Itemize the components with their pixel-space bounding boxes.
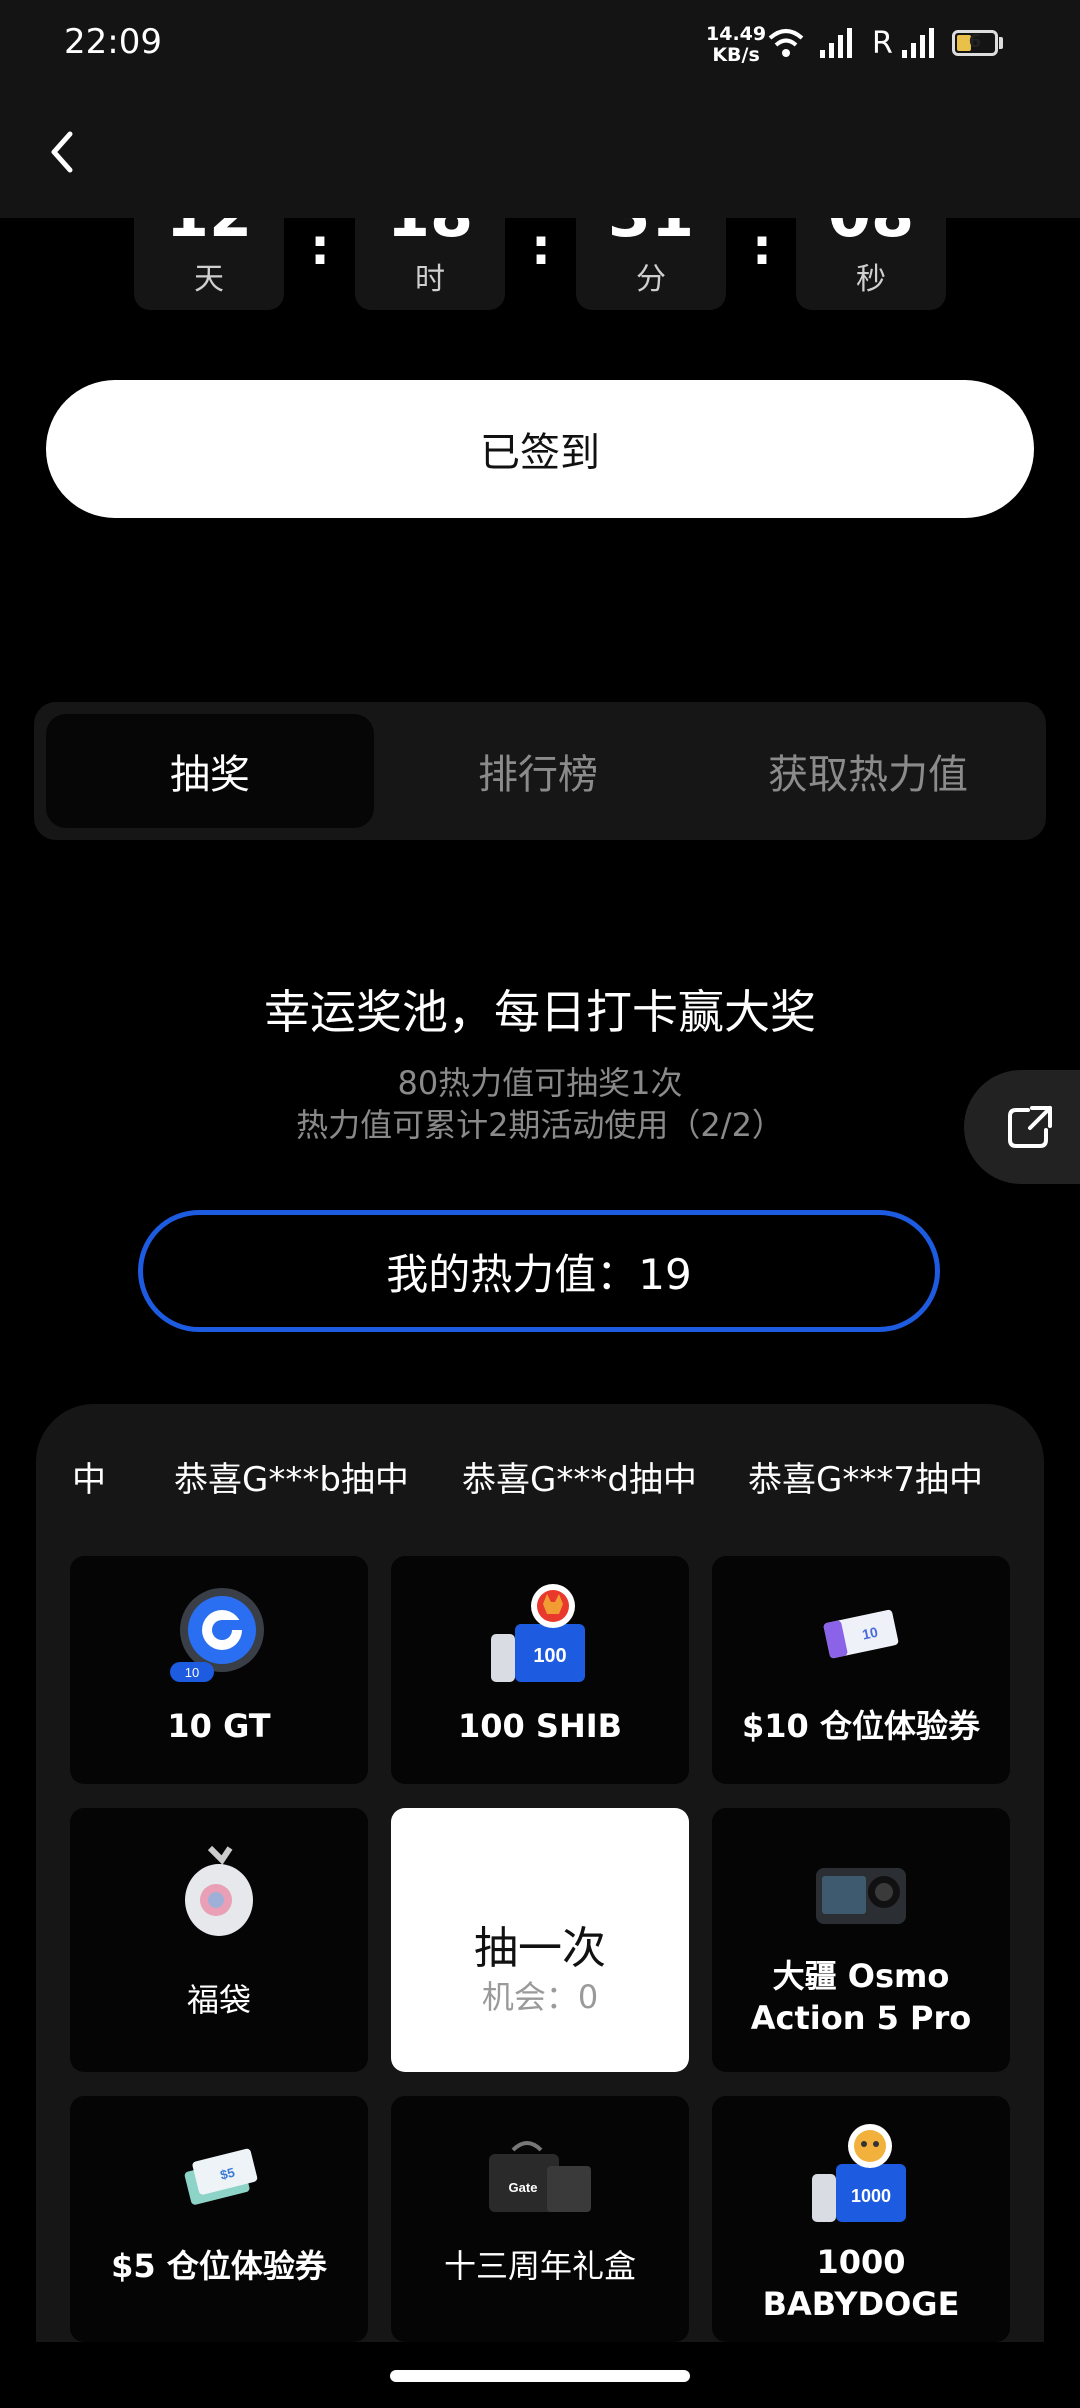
shib-token-icon: 100: [491, 1584, 585, 1682]
winner-ticker: 中 恭喜G***b抽中 恭喜G***d抽中 恭喜G***7抽中: [36, 1452, 1044, 1512]
prize-label-line2: Action 5 Pro: [750, 1999, 972, 2037]
countdown-separator: :: [310, 218, 330, 276]
signal-icon: [820, 28, 852, 58]
share-button[interactable]: [964, 1070, 1080, 1184]
share-icon: [1008, 1106, 1052, 1148]
prize-cell-dji-osmo: 大疆 Osmo Action 5 Pro: [712, 1808, 1010, 2072]
top-nav-bar: [0, 90, 1080, 218]
draw-chances: 机会：0: [481, 1978, 599, 2016]
ticker-item: 恭喜G***7抽中: [748, 1460, 983, 1500]
prize-cell-lucky-bag: 福袋: [70, 1808, 368, 2072]
battery-level: 6: [968, 31, 982, 52]
ticker-item: 恭喜G***b抽中: [174, 1460, 409, 1500]
prize-label: 福袋: [186, 1981, 251, 2019]
roaming-indicator: R: [872, 26, 893, 61]
signed-in-button[interactable]: 已签到: [46, 380, 1034, 518]
lottery-headline: 幸运奖池，每日打卡赢大奖: [264, 985, 816, 1039]
prize-label-line2: BABYDOGE: [762, 2285, 960, 2323]
prize-label: 大疆 Osmo: [772, 1957, 950, 1995]
lottery-rule-1: 80热力值可抽奖1次: [397, 1064, 683, 1102]
prize-label: 10 GT: [167, 1707, 271, 1745]
prize-label: $10 仓位体验券: [742, 1707, 980, 1745]
battery-icon: 6: [952, 30, 998, 56]
status-time: 22:09: [64, 22, 162, 62]
status-bar: 22:09 14.49 KB/s R 6: [0, 0, 1080, 90]
svg-text:10: 10: [185, 1665, 199, 1680]
ticker-item: 恭喜G***d抽中: [462, 1460, 697, 1500]
wifi-icon: [768, 29, 804, 57]
countdown-timer: 12 天 : 18 时 : 31 分 : 08 秒: [0, 158, 1080, 310]
prize-cell-10-gt: 10 10 GT: [70, 1556, 368, 1784]
lucky-bag-icon: [185, 1845, 253, 1936]
prize-label: 1000: [816, 2243, 906, 2281]
countdown-separator: :: [531, 218, 551, 276]
tab-lottery[interactable]: 抽奖: [46, 714, 374, 828]
draw-once-label: 抽一次: [474, 1923, 606, 1974]
draw-once-button[interactable]: 抽一次 机会：0: [391, 1808, 689, 2072]
babydoge-token-icon: 1000: [812, 2124, 906, 2222]
prize-cell-anniversary-box: Gate 十三周年礼盒: [391, 2096, 689, 2342]
prize-cell-100-shib: 100 100 SHIB: [391, 1556, 689, 1784]
tab-get-heat[interactable]: 获取热力值: [702, 714, 1034, 828]
action-camera-icon: [816, 1868, 906, 1924]
network-speed: 14.49 KB/s: [706, 23, 767, 66]
svg-text:100: 100: [533, 1645, 566, 1667]
countdown-separator: :: [752, 218, 772, 276]
prize-label: $5 仓位体验券: [111, 2247, 327, 2285]
voucher-icon: 10: [823, 1609, 899, 1659]
ticker-item: 中: [72, 1460, 106, 1500]
prize-cell-10-voucher: 10 $10 仓位体验券: [712, 1556, 1010, 1784]
back-arrow-icon[interactable]: [36, 124, 92, 180]
home-indicator[interactable]: [390, 2370, 690, 2382]
prize-label: 100 SHIB: [457, 1707, 623, 1745]
prize-label: 十三周年礼盒: [443, 2247, 636, 2285]
tab-leaderboard[interactable]: 排行榜: [374, 714, 702, 828]
prize-cell-5-voucher: $5 $5 仓位体验券: [70, 2096, 368, 2342]
voucher-icon: $5: [184, 2148, 258, 2205]
svg-text:Gate: Gate: [509, 2180, 538, 2195]
gift-box-icon: Gate: [489, 2141, 591, 2212]
signal-icon-2: [902, 28, 934, 58]
gt-token-icon: 10: [170, 1588, 264, 1682]
my-heat-value: 我的热力值：19: [138, 1210, 940, 1332]
svg-text:1000: 1000: [851, 2186, 891, 2206]
lottery-rule-2: 热力值可累计2期活动使用（2/2）: [296, 1106, 784, 1144]
prize-cell-babydoge: 1000 1000 BABYDOGE: [712, 2096, 1010, 2342]
tab-bar: 抽奖 排行榜 获取热力值: [34, 702, 1046, 840]
